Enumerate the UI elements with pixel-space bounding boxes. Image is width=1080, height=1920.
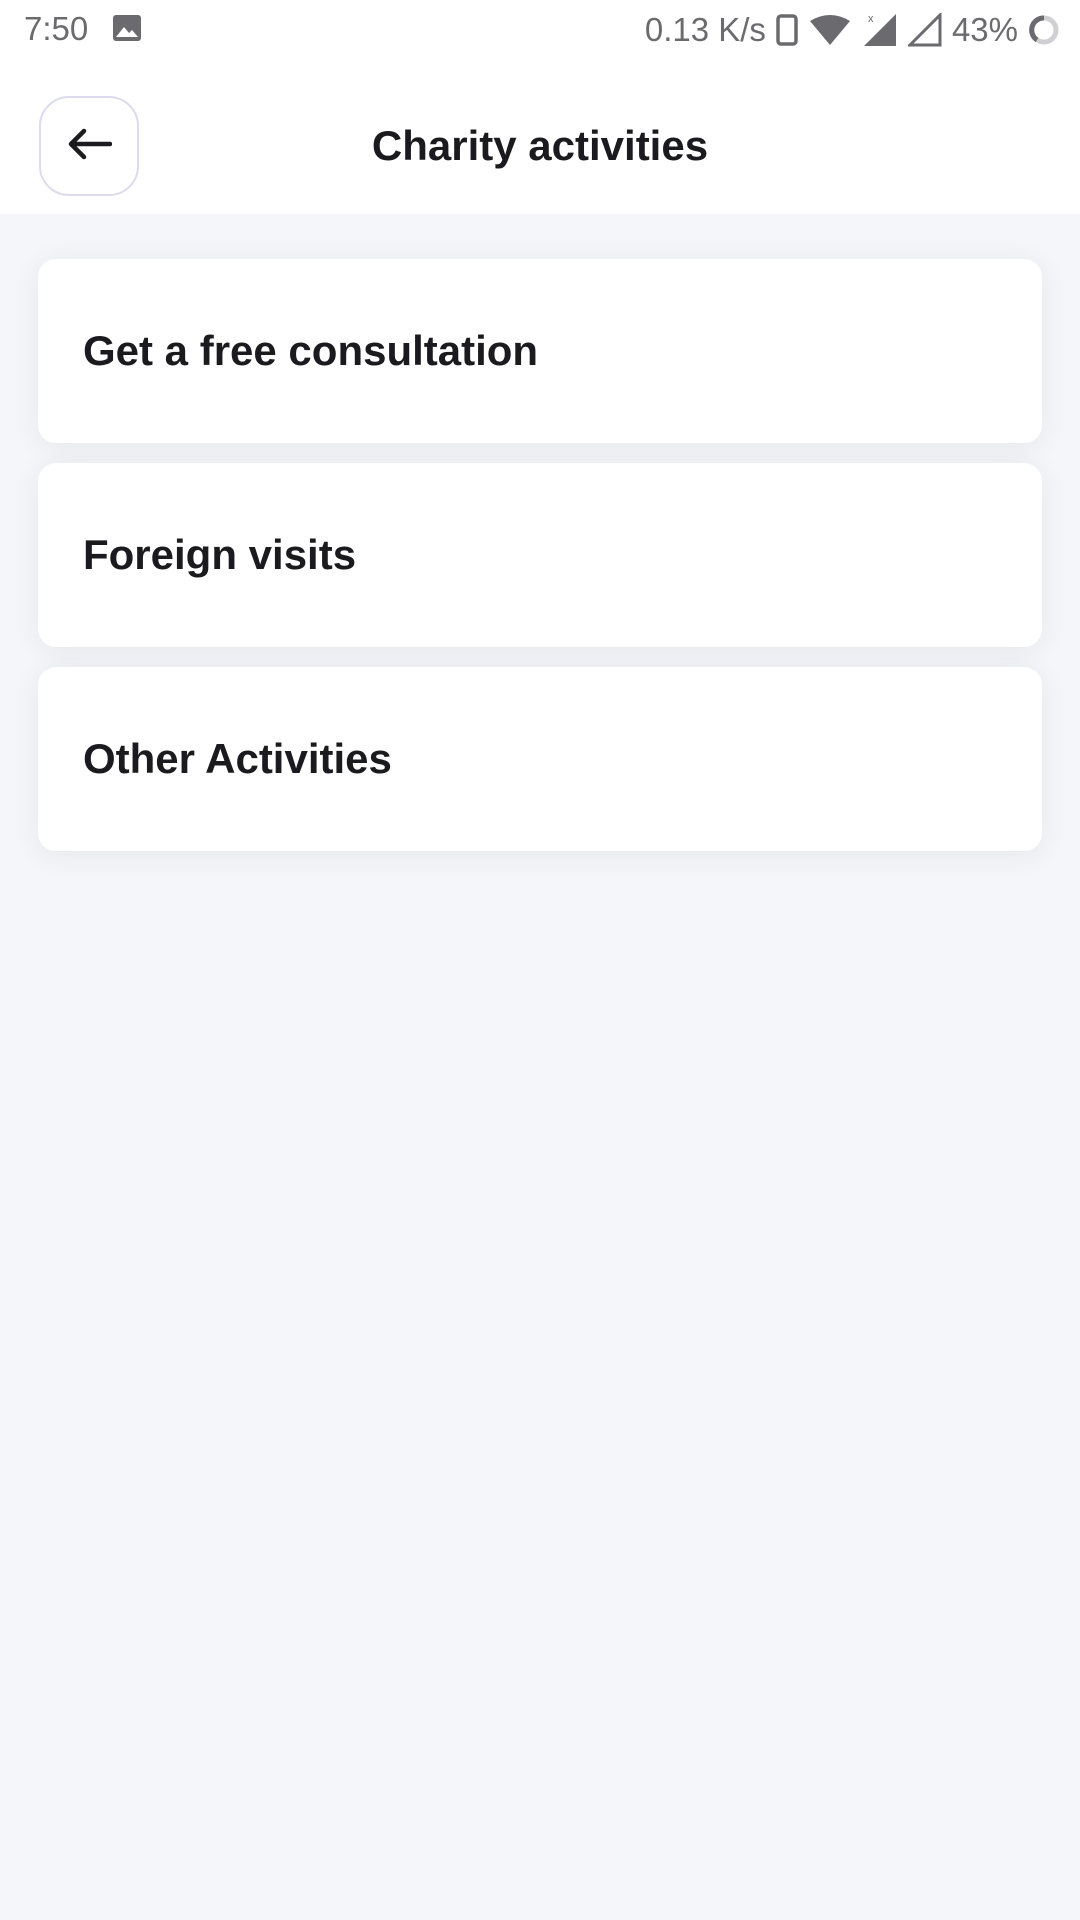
activities-list: Get a free consultation Foreign visits O… <box>38 259 1042 871</box>
phone-icon <box>776 14 798 46</box>
signal-icon: x <box>862 12 898 48</box>
battery-ring-icon <box>1028 14 1060 46</box>
list-item-label: Other Activities <box>83 735 392 782</box>
list-item-label: Get a free consultation <box>83 327 539 374</box>
list-item-other-activities[interactable]: Other Activities <box>38 667 1042 851</box>
list-item-foreign-visits[interactable]: Foreign visits <box>38 463 1042 647</box>
network-speed: 0.13 K/s <box>644 11 766 48</box>
page-title: Charity activities <box>371 122 709 169</box>
list-item-free-consultation[interactable]: Get a free consultation <box>38 259 1042 443</box>
gallery-icon <box>112 14 142 42</box>
battery-level: 43% <box>951 11 1018 48</box>
status-bar: 7:50 0.13 K/s x 43% <box>0 0 1080 60</box>
header: Charity activities <box>0 60 1080 214</box>
signal-empty-icon <box>907 13 942 47</box>
status-time: 7:50 <box>24 10 89 47</box>
wifi-icon <box>808 13 852 47</box>
status-right: 0.13 K/s x 43% <box>645 10 1060 50</box>
list-item-label: Foreign visits <box>83 531 357 578</box>
svg-text:x: x <box>868 13 874 25</box>
